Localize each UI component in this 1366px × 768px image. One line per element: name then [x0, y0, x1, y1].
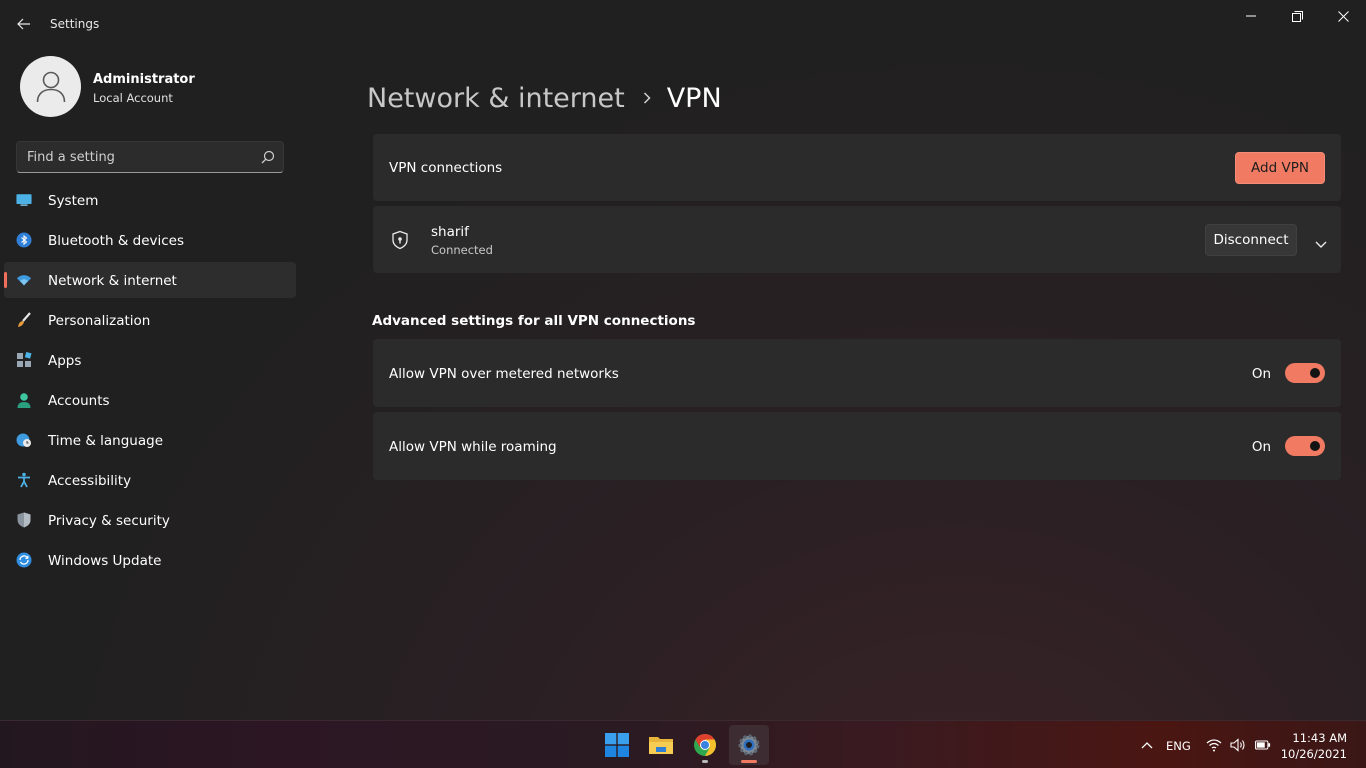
windows-logo-icon [605, 733, 629, 757]
sidebar-item-network[interactable]: Network & internet [4, 262, 296, 298]
sidebar-item-label: System [48, 193, 99, 209]
chrome-button[interactable] [685, 725, 725, 765]
sidebar-item-windows-update[interactable]: Windows Update [4, 542, 296, 578]
app-active-indicator [741, 760, 757, 763]
sidebar-item-label: Personalization [48, 313, 151, 329]
sidebar-item-label: Windows Update [48, 553, 162, 569]
vpn-shield-icon [390, 230, 410, 250]
sidebar-item-label: Bluetooth & devices [48, 233, 185, 249]
chrome-icon [694, 734, 716, 756]
search-placeholder: Find a setting [27, 150, 115, 165]
search-icon[interactable] [261, 150, 275, 164]
sidebar-item-label: Accounts [48, 393, 110, 409]
gear-icon [738, 734, 760, 756]
folder-icon [649, 737, 673, 754]
search-input[interactable]: Find a setting [16, 141, 284, 173]
vpn-connections-label: VPN connections [389, 160, 503, 176]
connection-status: Connected [431, 243, 493, 257]
title-bar: Settings [0, 0, 1366, 48]
clock-date[interactable]: 10/26/2021 [1281, 747, 1347, 761]
setting-label: Allow VPN over metered networks [389, 366, 619, 382]
sidebar-nav: System Bluetooth & devices Network & int… [4, 182, 296, 582]
sidebar-item-bluetooth[interactable]: Bluetooth & devices [4, 222, 296, 258]
sidebar-item-label: Apps [48, 353, 82, 369]
sidebar-item-label: Network & internet [48, 273, 177, 289]
toggle-state-label: On [1251, 439, 1271, 455]
sidebar-item-label: Accessibility [48, 473, 132, 489]
user-profile[interactable]: Administrator Local Account [20, 56, 320, 118]
advanced-settings-title: Advanced settings for all VPN connection… [372, 313, 696, 329]
globe-clock-icon [16, 432, 32, 448]
start-button[interactable] [597, 725, 637, 765]
accessibility-icon [16, 472, 32, 488]
add-vpn-button[interactable]: Add VPN [1235, 152, 1325, 184]
breadcrumb: Network & internet VPN [367, 78, 722, 118]
update-icon [16, 552, 32, 568]
language-indicator[interactable]: ENG [1166, 739, 1191, 753]
sidebar-item-accessibility[interactable]: Accessibility [4, 462, 296, 498]
sidebar-item-privacy[interactable]: Privacy & security [4, 502, 296, 538]
disconnect-button[interactable]: Disconnect [1205, 224, 1297, 256]
wifi-icon[interactable] [1206, 737, 1222, 753]
setting-metered-networks: Allow VPN over metered networks On [373, 339, 1341, 407]
connection-name: sharif [431, 224, 469, 240]
file-explorer-button[interactable] [641, 725, 681, 765]
app-running-indicator [702, 760, 708, 763]
back-arrow-icon [17, 18, 30, 30]
sidebar-item-personalization[interactable]: Personalization [4, 302, 296, 338]
taskbar: ENG 11:43 AM 10/26/2021 [0, 720, 1366, 768]
metered-networks-toggle[interactable] [1285, 363, 1325, 383]
chevron-down-icon[interactable] [1315, 234, 1327, 248]
sidebar-item-label: Time & language [48, 433, 164, 449]
monitor-icon [16, 192, 32, 208]
brush-icon [16, 312, 32, 328]
wifi-icon [16, 272, 32, 288]
sidebar-item-label: Privacy & security [48, 513, 170, 529]
close-button[interactable] [1331, 4, 1355, 28]
toggle-state-label: On [1251, 366, 1271, 382]
minimize-icon [1246, 15, 1256, 17]
setting-roaming: Allow VPN while roaming On [373, 412, 1341, 480]
breadcrumb-parent[interactable]: Network & internet [367, 83, 625, 114]
sidebar-item-system[interactable]: System [4, 182, 296, 218]
vpn-connection-item[interactable]: sharif Connected Disconnect [373, 206, 1341, 273]
toggle-knob [1310, 368, 1320, 378]
apps-icon [16, 352, 32, 368]
person-icon [16, 392, 32, 408]
back-button[interactable] [12, 12, 36, 36]
settings-button[interactable] [729, 725, 769, 765]
roaming-toggle[interactable] [1285, 436, 1325, 456]
vpn-connections-card: VPN connections Add VPN [373, 134, 1341, 201]
toggle-knob [1310, 441, 1320, 451]
setting-label: Allow VPN while roaming [389, 439, 557, 455]
sidebar-item-apps[interactable]: Apps [4, 342, 296, 378]
volume-icon[interactable] [1230, 737, 1246, 753]
person-icon [36, 71, 65, 102]
sidebar-item-time-language[interactable]: Time & language [4, 422, 296, 458]
shield-icon [16, 512, 32, 528]
sidebar-item-accounts[interactable]: Accounts [4, 382, 296, 418]
minimize-button[interactable] [1239, 4, 1263, 28]
bluetooth-icon [16, 232, 32, 248]
profile-account-type: Local Account [93, 91, 173, 105]
profile-name: Administrator [93, 72, 195, 87]
chevron-right-icon [643, 92, 651, 104]
page-title: VPN [666, 82, 722, 114]
chevron-up-icon[interactable] [1139, 737, 1155, 753]
restore-icon [1291, 10, 1303, 22]
battery-icon[interactable] [1255, 737, 1271, 753]
maximize-button[interactable] [1285, 4, 1309, 28]
settings-window: Settings Administrator Local Account Fin… [0, 0, 1366, 720]
avatar [20, 56, 81, 117]
clock-time[interactable]: 11:43 AM [1292, 731, 1347, 745]
app-title: Settings [50, 17, 100, 31]
close-icon [1337, 10, 1349, 22]
